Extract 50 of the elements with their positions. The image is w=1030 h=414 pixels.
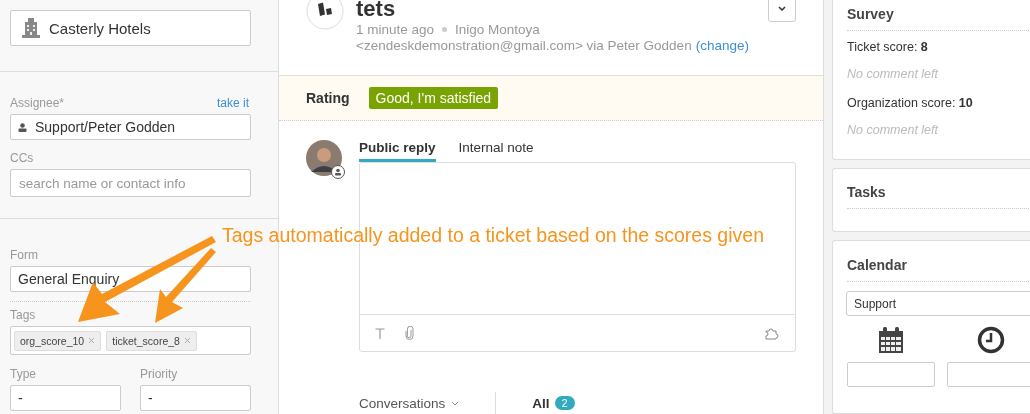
- comment-text: No comment left: [847, 67, 938, 81]
- clock-icon[interactable]: [977, 326, 1005, 354]
- requester-email: <zendeskdemonstration@gmail.com> via Peter Godden: [356, 38, 692, 53]
- type-field[interactable]: -: [10, 385, 121, 411]
- type-label: Type: [10, 367, 36, 381]
- priority-field[interactable]: -: [140, 385, 251, 411]
- card-title: Tasks: [847, 184, 1030, 209]
- brand-field[interactable]: Casterly Hotels: [10, 10, 251, 46]
- change-link[interactable]: (change): [695, 38, 749, 53]
- priority-label: Priority: [140, 367, 178, 381]
- conversations-dropdown[interactable]: Conversations: [359, 395, 460, 411]
- form-label: Form: [10, 248, 38, 262]
- ccs-input[interactable]: search name or contact info: [10, 169, 251, 197]
- assignee-field[interactable]: Support/Peter Godden: [10, 114, 251, 140]
- dot-icon: [442, 27, 448, 32]
- rating-badge: Good, I'm satisfied: [368, 86, 499, 109]
- tag[interactable]: ticket_score_8: [106, 330, 197, 351]
- chevron-down-icon: [778, 6, 786, 11]
- calendar-icon[interactable]: [877, 326, 905, 354]
- date-field[interactable]: [847, 362, 935, 387]
- hotel-icon: [21, 17, 41, 39]
- tags-field[interactable]: org_score_10 ticket_score_8: [10, 326, 251, 355]
- time-field[interactable]: [947, 362, 1030, 387]
- chevron-down-icon: [451, 400, 460, 406]
- card-title: Survey: [847, 6, 1030, 31]
- requester-name: Inigo Montoya: [455, 22, 540, 37]
- rating-label: Rating: [306, 89, 350, 106]
- text-format-icon[interactable]: [375, 327, 385, 339]
- ticket-title: tets: [356, 0, 396, 22]
- card-title: Calendar: [847, 257, 1030, 282]
- all-filter[interactable]: All: [532, 395, 550, 411]
- reply-tab[interactable]: Public reply: [359, 140, 436, 162]
- paperclip-icon[interactable]: [405, 326, 414, 340]
- close-icon[interactable]: [183, 337, 191, 344]
- count-badge: 2: [554, 396, 575, 410]
- assignee-label: Assignee*: [10, 96, 65, 110]
- tags-label: Tags: [10, 308, 36, 322]
- score-text: Ticket score: 8: [847, 40, 928, 54]
- person-icon: [331, 165, 345, 179]
- annotation-text: Tags automatically added to a ticket based on the scores given: [222, 224, 764, 247]
- calendar-select[interactable]: Support: [846, 291, 1030, 316]
- dropdown-button[interactable]: [768, 0, 796, 22]
- person-icon: [18, 122, 27, 132]
- ticket-time: 1 minute ago: [356, 22, 435, 37]
- close-icon[interactable]: [88, 337, 96, 344]
- tag[interactable]: org_score_10: [14, 330, 102, 351]
- reply-tab[interactable]: Internal note: [458, 140, 534, 162]
- score-text: Organization score: 10: [847, 96, 973, 110]
- ccs-label: CCs: [10, 151, 34, 165]
- comment-text: No comment left: [847, 123, 938, 137]
